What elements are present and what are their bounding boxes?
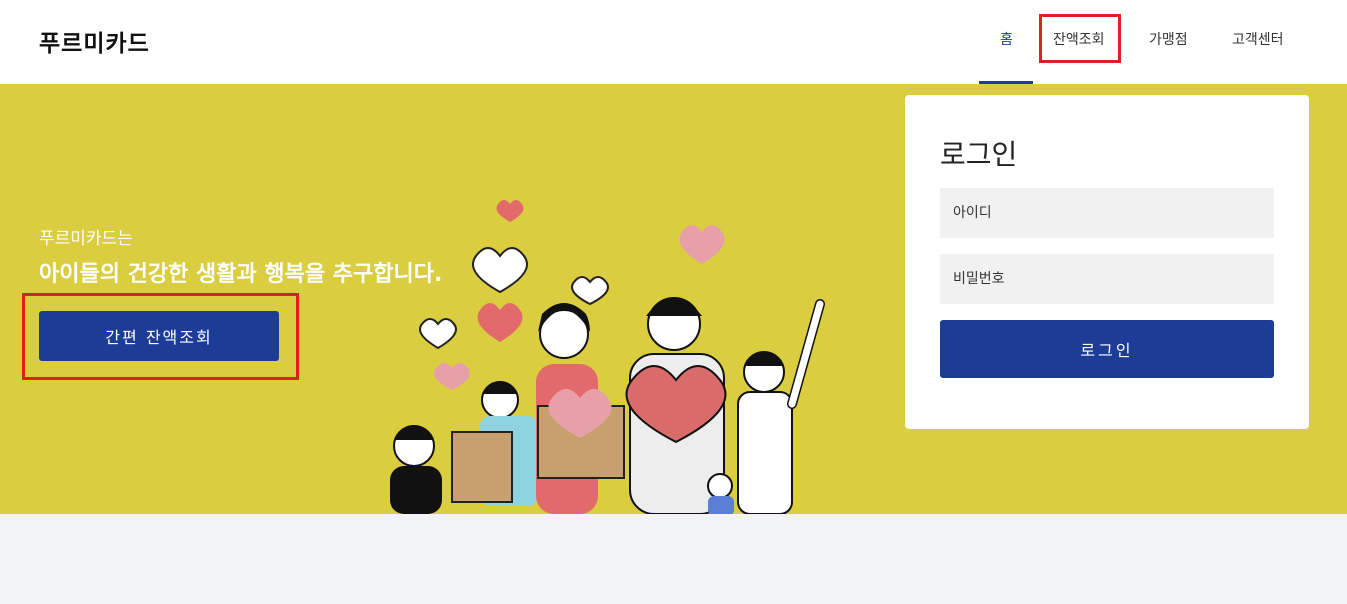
id-input[interactable] (940, 188, 1274, 238)
password-input[interactable] (940, 254, 1274, 304)
nav-home[interactable]: 홈 (1000, 29, 1013, 49)
login-title: 로그인 (940, 138, 1018, 171)
nav-merchant[interactable]: 가맹점 (1149, 29, 1188, 49)
login-button[interactable]: 로그인 (940, 320, 1274, 378)
nav-customer-center[interactable]: 고객센터 (1232, 29, 1284, 49)
family-illustration (390, 200, 825, 514)
site-logo[interactable]: 푸르미카드 (39, 24, 150, 58)
site-header: 푸르미카드 홈 잔액조회 가맹점 고객센터 (0, 0, 1347, 84)
login-card: 로그인 로그인 (905, 95, 1309, 429)
highlight-box-nav (1039, 14, 1121, 63)
highlight-box-button (22, 293, 299, 380)
hero-subtitle: 푸르미카드는 (39, 229, 133, 249)
